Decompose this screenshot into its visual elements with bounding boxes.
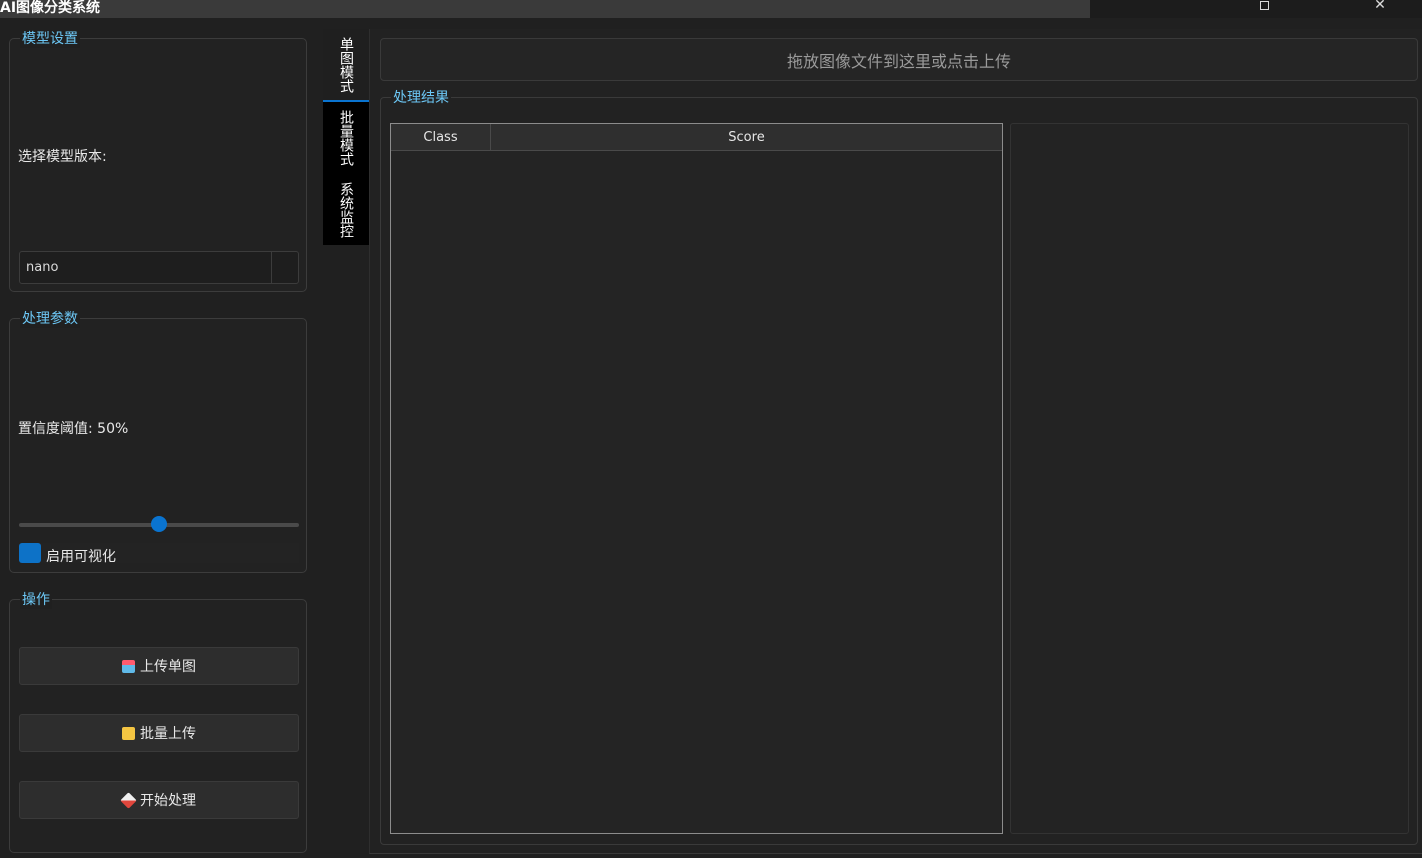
close-button[interactable]: ✕ (1365, 0, 1395, 14)
visualize-checkbox[interactable] (19, 543, 41, 563)
model-version-label: 选择模型版本: (18, 149, 107, 165)
tab-batch-mode-label: 批量模式 (338, 110, 354, 166)
model-version-value: nano (26, 260, 59, 275)
processing-params-title: 处理参数 (20, 310, 80, 328)
confidence-slider-handle[interactable] (151, 516, 167, 532)
mode-tab-bar: 单图模式 批量模式 系统监控 (323, 29, 369, 245)
results-title: 处理结果 (391, 89, 451, 107)
chevron-down-icon[interactable] (271, 252, 298, 283)
tab-system-monitor-label: 系统监控 (338, 181, 354, 238)
folder-icon (122, 726, 135, 740)
maximize-button[interactable] (1249, 0, 1279, 14)
model-version-select[interactable]: nano (19, 251, 299, 284)
start-processing-label: 开始处理 (140, 793, 196, 809)
results-table[interactable]: Class Score (390, 123, 1003, 834)
title-bar: AI图像分类系统 ✕ (0, 0, 1422, 18)
window-title: AI图像分类系统 (0, 0, 101, 16)
maximize-icon (1259, 1, 1269, 10)
tab-system-monitor[interactable]: 系统监控 (323, 174, 369, 245)
batch-upload-button[interactable]: 批量上传 (19, 714, 299, 752)
results-table-header: Class Score (391, 124, 1002, 151)
batch-upload-label: 批量上传 (140, 726, 196, 742)
single-mode-panel: 拖放图像文件到这里或点击上传 处理结果 Class Score (369, 29, 1422, 854)
image-preview (1010, 123, 1409, 834)
start-processing-button[interactable]: 开始处理 (19, 781, 299, 819)
image-drop-zone[interactable]: 拖放图像文件到这里或点击上传 (380, 38, 1418, 81)
visualize-label: 启用可视化 (46, 549, 116, 565)
upload-single-button[interactable]: 上传单图 (19, 647, 299, 685)
tab-single-mode[interactable]: 单图模式 (323, 29, 369, 102)
title-background (0, 0, 1090, 18)
column-header-class[interactable]: Class (391, 124, 491, 150)
column-header-score[interactable]: Score (491, 124, 1002, 150)
model-settings-group: 模型设置 选择模型版本: nano (9, 30, 307, 292)
confidence-label: 置信度阈值: 50% (18, 421, 129, 437)
upload-single-label: 上传单图 (140, 659, 196, 675)
operations-group: 操作 上传单图 批量上传 开始处理 (9, 591, 307, 853)
tab-batch-mode[interactable]: 批量模式 (323, 102, 369, 174)
results-group: 处理结果 Class Score (380, 89, 1418, 845)
model-settings-title: 模型设置 (20, 30, 80, 48)
processing-params-group: 处理参数 置信度阈值: 50% 启用可视化 (9, 310, 307, 573)
tab-single-mode-label: 单图模式 (338, 36, 354, 93)
upload-image-icon (122, 659, 135, 673)
rocket-icon (120, 791, 137, 809)
operations-title: 操作 (20, 591, 52, 609)
